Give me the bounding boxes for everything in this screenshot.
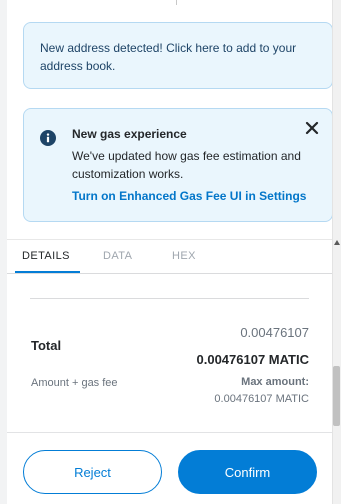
total-label: Total [31,338,62,353]
max-amount-value: 0.00476107 MATIC [214,393,309,405]
amount-gas-fee-label: Amount + gas fee [31,377,118,389]
scrollbar-thumb[interactable] [333,366,340,426]
info-icon [40,130,56,146]
scroll-up-arrow-icon[interactable] [334,240,340,245]
window-frame-left [0,0,7,504]
reject-button[interactable]: Reject [23,450,162,494]
scrollbar[interactable] [332,0,341,504]
gas-alert-body: We've updated how gas fee estimation and… [72,149,301,181]
tab-data[interactable]: DATA [103,250,132,262]
total-native-amount: 0.00476107 MATIC [196,352,310,367]
max-amount-label: Max amount: [241,376,309,388]
top-scroll-marker [176,0,177,5]
transaction-tabs: DETAILS DATA HEX [7,239,332,274]
new-address-alert-text: New address detected! Click here to add … [40,41,297,73]
total-fiat-amount: 0.00476107 [240,325,309,340]
footer-divider [7,432,332,433]
close-icon[interactable] [304,120,320,136]
confirm-button[interactable]: Confirm [178,450,317,494]
new-address-alert[interactable]: New address detected! Click here to add … [23,22,333,89]
gas-experience-alert: New gas experience We've updated how gas… [23,108,333,222]
tab-hex[interactable]: HEX [172,250,196,262]
gas-alert-title: New gas experience [72,127,187,141]
details-divider [30,298,309,299]
enhanced-gas-settings-link[interactable]: Turn on Enhanced Gas Fee UI in Settings [72,189,306,203]
active-tab-indicator [15,271,80,273]
tab-details[interactable]: DETAILS [22,250,70,262]
